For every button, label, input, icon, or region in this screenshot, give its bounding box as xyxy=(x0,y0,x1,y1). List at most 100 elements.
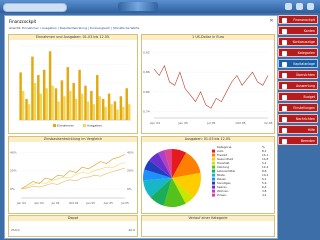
performance-panel: Zinsbasisentwicklung im Vergleich 40% 40%… xyxy=(8,136,138,214)
x-tick-label: Jan 04 xyxy=(16,201,26,205)
depot-right-value: 40,0 xyxy=(128,228,135,232)
legend-swatch xyxy=(212,157,215,161)
y-right-tick-label: 0% xyxy=(127,187,132,191)
sidebar-item-4[interactable]: Kapitalanlage xyxy=(278,59,318,68)
x-tick-label: Jan 05 xyxy=(85,201,95,205)
legend-value: 4,2 xyxy=(262,193,267,197)
bar-1-6 xyxy=(57,101,60,120)
minimize-button[interactable] xyxy=(285,3,292,10)
legend-swatch xyxy=(212,181,215,185)
legend-label: Einnahmen xyxy=(57,124,74,128)
bar-0-14 xyxy=(101,98,105,120)
bar-1-9 xyxy=(74,98,78,120)
sidebar-item-icon xyxy=(282,62,287,67)
close-icon[interactable]: ✕ xyxy=(269,19,274,24)
sidebar-item-icon xyxy=(282,139,287,144)
legend-swatch xyxy=(212,161,215,165)
bar-0-2 xyxy=(31,56,34,120)
sidebar-item-label: Beenden xyxy=(300,139,315,143)
bar-0-5 xyxy=(48,51,52,120)
x-tick-label: Apr 04 xyxy=(34,201,44,205)
bar-0-7 xyxy=(60,80,64,120)
perf-series-line-2 xyxy=(20,167,126,190)
sidebar-item-7[interactable]: Budget xyxy=(278,92,318,101)
sidebar-item-label: Budget xyxy=(303,95,315,99)
x-tick-label: Apr 04 xyxy=(150,121,160,125)
bar-0-15 xyxy=(107,93,111,120)
sidebar-item-icon xyxy=(282,18,287,23)
x-tick-label: 12.05 xyxy=(264,121,273,125)
sidebar-item-9[interactable]: Nachrichten xyxy=(278,114,318,123)
sidebar-item-label: Einstellungen xyxy=(293,106,315,110)
bar-0-0 xyxy=(19,72,22,120)
bar-0-16 xyxy=(113,101,117,120)
bar-1-13 xyxy=(98,96,101,120)
bar-1-8 xyxy=(69,90,72,120)
y-left-tick-label: 0% xyxy=(10,187,15,191)
sidebar-item-5[interactable]: Übersichten xyxy=(278,70,318,79)
bar-0-4 xyxy=(42,69,46,120)
legend-swatch xyxy=(212,177,215,181)
x-tick-label: Okt 05 xyxy=(236,121,246,125)
bar-1-10 xyxy=(80,93,84,120)
breadcrumb-link-depot[interactable]: Depotentwicklung xyxy=(60,26,87,30)
sidebar-item-10[interactable]: Hilfe xyxy=(278,125,318,134)
sidebar-item-8[interactable]: Einstellungen xyxy=(278,103,318,112)
breadcrumb-link-monatlich[interactable]: Monatliche Werte xyxy=(113,26,139,30)
bar-1-3 xyxy=(39,93,43,120)
sidebar-item-6[interactable]: Auswertung xyxy=(278,81,318,90)
legend-swatch xyxy=(212,169,215,173)
finanzcockpit-window: Finanzcockpit ✕ Ansicht: Einnahmen / Aus… xyxy=(4,15,278,239)
bar-1-16 xyxy=(116,109,119,120)
bar-0-9 xyxy=(72,83,75,120)
bar-1-7 xyxy=(63,96,66,120)
bar-1-2 xyxy=(33,83,37,120)
bar-1-15 xyxy=(110,104,113,120)
sidebar-item-icon xyxy=(282,84,287,89)
sidebar-item-3[interactable]: Kategorien xyxy=(278,48,318,57)
breadcrumb-link-einnahmen[interactable]: Einnahmen / Ausgaben xyxy=(22,26,57,30)
close-app-button[interactable] xyxy=(307,3,314,10)
usd-series-line xyxy=(153,64,269,109)
bar-0-6 xyxy=(54,88,58,120)
perf-series-line-1 xyxy=(20,162,126,190)
sidebar-item-1[interactable]: Konten xyxy=(278,26,318,35)
bar-0-10 xyxy=(78,69,81,120)
bar-0-13 xyxy=(96,75,99,120)
y-tick-label: 0,74 xyxy=(143,109,150,113)
y-right-tick-label: 20% xyxy=(127,169,134,173)
x-tick-label: Apr 05 xyxy=(104,201,114,205)
search-input[interactable] xyxy=(3,3,67,12)
legend-swatch xyxy=(83,124,86,127)
sidebar-item-icon xyxy=(282,40,287,45)
panel-title: Verlauf einer Kategorie xyxy=(142,216,274,221)
bar-1-1 xyxy=(27,104,31,120)
sidebar-item-icon xyxy=(282,51,287,56)
sidebar-item-2[interactable]: Kontoauszüge xyxy=(278,37,318,46)
sidebar-item-label: Übersichten xyxy=(295,73,315,77)
legend-swatch xyxy=(212,165,215,169)
breadcrumb-link-kursvergleich[interactable]: Kursvergleich xyxy=(90,26,110,30)
top-toolbar xyxy=(0,0,320,13)
y-left-tick-label: 40% xyxy=(10,151,17,155)
sidebar-item-label: Nachrichten xyxy=(295,117,315,121)
legend-swatch xyxy=(212,193,215,197)
legend-swatch xyxy=(212,149,215,153)
expense-pie-chart: Kategorie %Auto 8,1Freizeit 14,1Gesundheit 1… xyxy=(142,145,268,208)
bar-1-5 xyxy=(51,85,54,120)
bar-0-3 xyxy=(37,75,40,120)
bar-1-18 xyxy=(127,104,131,120)
sidebar-item-label: Kontoauszüge xyxy=(292,40,315,44)
bar-1-17 xyxy=(122,106,125,120)
sidebar-item-label: Finanzcockpit xyxy=(293,18,315,22)
maximize-button[interactable] xyxy=(296,3,303,10)
window-title: Finanzcockpit xyxy=(9,19,37,24)
sidebar-item-11[interactable]: Beenden xyxy=(278,136,318,145)
sidebar-item-label: Konten xyxy=(303,29,315,33)
bar-0-17 xyxy=(119,96,123,120)
sidebar-item-label: Auswertung xyxy=(295,84,315,88)
legend-swatch xyxy=(212,189,215,193)
sidebar-item-0[interactable]: Finanzcockpit xyxy=(278,15,318,24)
x-tick-label: Okt 04 xyxy=(69,201,79,205)
category-history-panel: Verlauf einer Kategorie xyxy=(141,215,275,237)
